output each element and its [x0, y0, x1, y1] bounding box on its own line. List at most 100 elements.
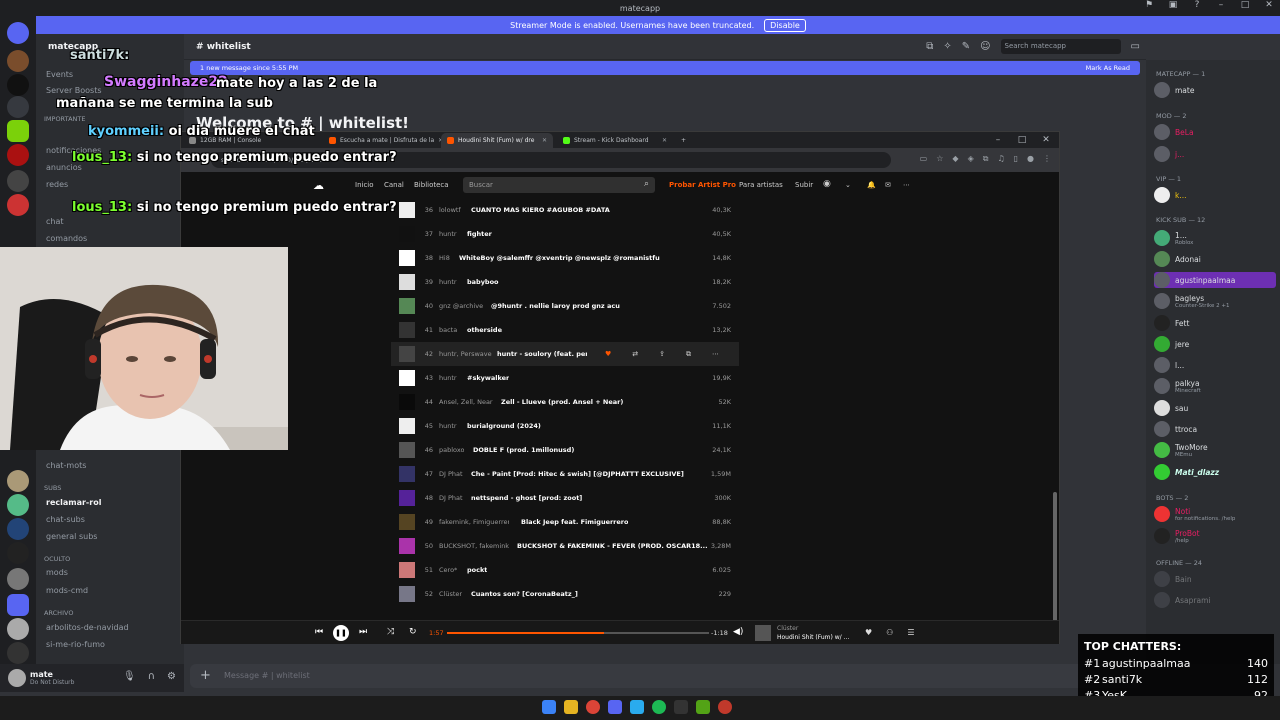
- category-importante[interactable]: IMPORTANTE: [44, 115, 85, 123]
- category-oculto[interactable]: OCULTO: [44, 555, 70, 563]
- member[interactable]: Asaprami: [1154, 592, 1210, 608]
- puzzle-icon[interactable]: ⧉: [983, 154, 989, 164]
- server-icon[interactable]: [7, 74, 29, 96]
- telegram-icon[interactable]: [630, 700, 644, 714]
- channel-mods[interactable]: mods: [46, 568, 68, 577]
- channel-reclamar-rol[interactable]: reclamar-rol: [46, 498, 101, 507]
- media-icon[interactable]: ♫: [997, 154, 1004, 164]
- category-subs[interactable]: SUBS: [44, 484, 61, 492]
- track-row[interactable]: 40 gnz @archive @9huntr . nellie laroy pro…: [391, 294, 739, 318]
- now-playing-artist[interactable]: Clüster: [777, 625, 798, 632]
- server-icon[interactable]: [7, 96, 29, 118]
- member[interactable]: k...: [1154, 187, 1187, 203]
- notifications-icon[interactable]: ⚑: [1142, 0, 1156, 10]
- nav-inicio[interactable]: Inicio: [355, 181, 374, 189]
- like-heart-icon[interactable]: ♥: [865, 628, 872, 637]
- track-row[interactable]: 50 BUCKSHOT, fakemink BUCKSHOT & FAKEMINK …: [391, 534, 739, 558]
- member[interactable]: ttroca: [1154, 421, 1197, 437]
- page-scrollbar[interactable]: [1053, 492, 1057, 622]
- more-dots-icon[interactable]: ⋯: [712, 350, 719, 359]
- channel-mods-cmd[interactable]: mods-cmd: [46, 586, 88, 595]
- close-icon[interactable]: ✕: [1039, 135, 1053, 145]
- track-row[interactable]: 43 huntr #skywalker 19,9K: [391, 366, 739, 390]
- notifications-bell-icon[interactable]: 🔔: [867, 181, 876, 189]
- message-input[interactable]: + Message # | whitelist: [190, 664, 1140, 688]
- user-avatar-icon[interactable]: ◉: [823, 179, 831, 189]
- previous-icon[interactable]: ⏮: [315, 627, 323, 637]
- more-dots-icon[interactable]: ⋯: [903, 181, 910, 189]
- channel-chat-subs[interactable]: chat-subs: [46, 515, 85, 524]
- server-icon[interactable]: [7, 22, 29, 44]
- member[interactable]: ProBot/help: [1154, 528, 1200, 544]
- now-playing-artwork[interactable]: [755, 625, 771, 641]
- member[interactable]: Fett: [1154, 315, 1189, 331]
- browser-tab[interactable]: Escucha a mate | Disfruta de la ✕: [323, 133, 441, 148]
- channel-chat-mots[interactable]: chat-mots: [46, 461, 86, 470]
- member[interactable]: mate: [1154, 82, 1194, 98]
- folder-icon[interactable]: [7, 594, 29, 616]
- member[interactable]: Mati_dlazz: [1154, 464, 1219, 480]
- try-artist-pro-link[interactable]: Probar Artist Pro: [669, 181, 736, 189]
- inbox-icon[interactable]: ▣: [1166, 0, 1180, 10]
- nav-biblioteca[interactable]: Biblioteca: [414, 181, 449, 189]
- member[interactable]: j...: [1154, 146, 1184, 162]
- server-icon[interactable]: [7, 194, 29, 216]
- pause-button[interactable]: ❚❚: [333, 625, 349, 641]
- track-row[interactable]: 39 huntr babyboo 18,2K: [391, 270, 739, 294]
- obs-icon[interactable]: [674, 700, 688, 714]
- member[interactable]: bagleys Counter-Strike 2 +1: [1154, 293, 1230, 309]
- settings-gear-icon[interactable]: ⚙: [167, 671, 176, 682]
- progress-slider[interactable]: [447, 632, 709, 634]
- track-row[interactable]: 49 fakemink, Fimiguerrero Black Jeep feat.…: [391, 510, 739, 534]
- file-explorer-icon[interactable]: [564, 700, 578, 714]
- track-row[interactable]: 52 Clüster Cuantos son? [CoronaBeatz_] 229: [391, 582, 739, 606]
- soundcloud-logo-icon[interactable]: ☁: [313, 179, 324, 192]
- profile-avatar-icon[interactable]: ●: [1027, 154, 1034, 164]
- inbox-icon[interactable]: ▭: [1131, 41, 1140, 52]
- server-icon[interactable]: [7, 542, 29, 564]
- server-icon[interactable]: [7, 642, 29, 664]
- maximize-icon[interactable]: □: [1015, 135, 1029, 145]
- close-tab-icon[interactable]: ✕: [662, 137, 667, 144]
- track-row[interactable]: 47 DJ Phat Che - Paint [Prod: Hitec & swis…: [391, 462, 739, 486]
- server-icon[interactable]: [7, 494, 29, 516]
- search-icon[interactable]: ⌕: [644, 179, 649, 189]
- repost-icon[interactable]: ⇄: [632, 350, 638, 359]
- search-input[interactable]: Search matecapp: [1000, 39, 1121, 54]
- repeat-icon[interactable]: ↻: [409, 627, 417, 637]
- maximize-icon[interactable]: □: [1238, 0, 1252, 10]
- channel-general-subs[interactable]: general subs: [46, 532, 97, 541]
- minecraft-icon[interactable]: [696, 700, 710, 714]
- track-row[interactable]: 46 pabloxo DOBLE F (prod. 1millonusd) 24,1K: [391, 438, 739, 462]
- new-tab-button[interactable]: +: [675, 133, 692, 148]
- channel-arbolitos-de-navidad[interactable]: arbolitos-de-navidad: [46, 623, 129, 632]
- mute-bell-icon[interactable]: ✧: [943, 41, 951, 52]
- upload-link[interactable]: Subir: [795, 181, 813, 189]
- browser-tab[interactable]: Stream - Kick Dashboard ✕: [557, 133, 673, 148]
- member-list-icon[interactable]: ☺: [980, 41, 990, 52]
- now-playing-title[interactable]: Houdini Shit (Fum) w/ ...: [777, 634, 849, 641]
- channel-comandos[interactable]: comandos: [46, 234, 87, 243]
- sidebar-icon[interactable]: ▯: [1014, 154, 1018, 164]
- chevron-down-icon[interactable]: ⌄: [845, 181, 851, 189]
- messages-icon[interactable]: ✉: [885, 181, 891, 189]
- member[interactable]: palkya Minecraft: [1154, 378, 1201, 394]
- track-row[interactable]: 48 DJ Phat nettspend - ghost [prod: zoot] 3…: [391, 486, 739, 510]
- server-icon[interactable]: [7, 618, 29, 640]
- server-icon[interactable]: [7, 144, 29, 166]
- pin-icon[interactable]: ✎: [962, 41, 970, 52]
- next-icon[interactable]: ⏭: [359, 627, 367, 637]
- track-row[interactable]: 51 Cero* pockt 6.025: [391, 558, 739, 582]
- track-row[interactable]: 41 bacta otherside 13,2K: [391, 318, 739, 342]
- member[interactable]: TwoMore MEmu: [1154, 442, 1208, 458]
- nav-canal[interactable]: Canal: [384, 181, 404, 189]
- follow-user-icon[interactable]: ⚇: [886, 628, 893, 637]
- for-artists-link[interactable]: Para artistas: [739, 181, 783, 189]
- like-heart-icon[interactable]: ♥: [605, 350, 611, 359]
- extension-icon[interactable]: ◈: [968, 154, 974, 164]
- share-icon[interactable]: ⇪: [659, 350, 665, 359]
- microphone-icon[interactable]: 🎙: [123, 671, 136, 682]
- app-icon[interactable]: [718, 700, 732, 714]
- avatar[interactable]: [8, 669, 26, 687]
- extension-icon[interactable]: ◆: [952, 154, 958, 164]
